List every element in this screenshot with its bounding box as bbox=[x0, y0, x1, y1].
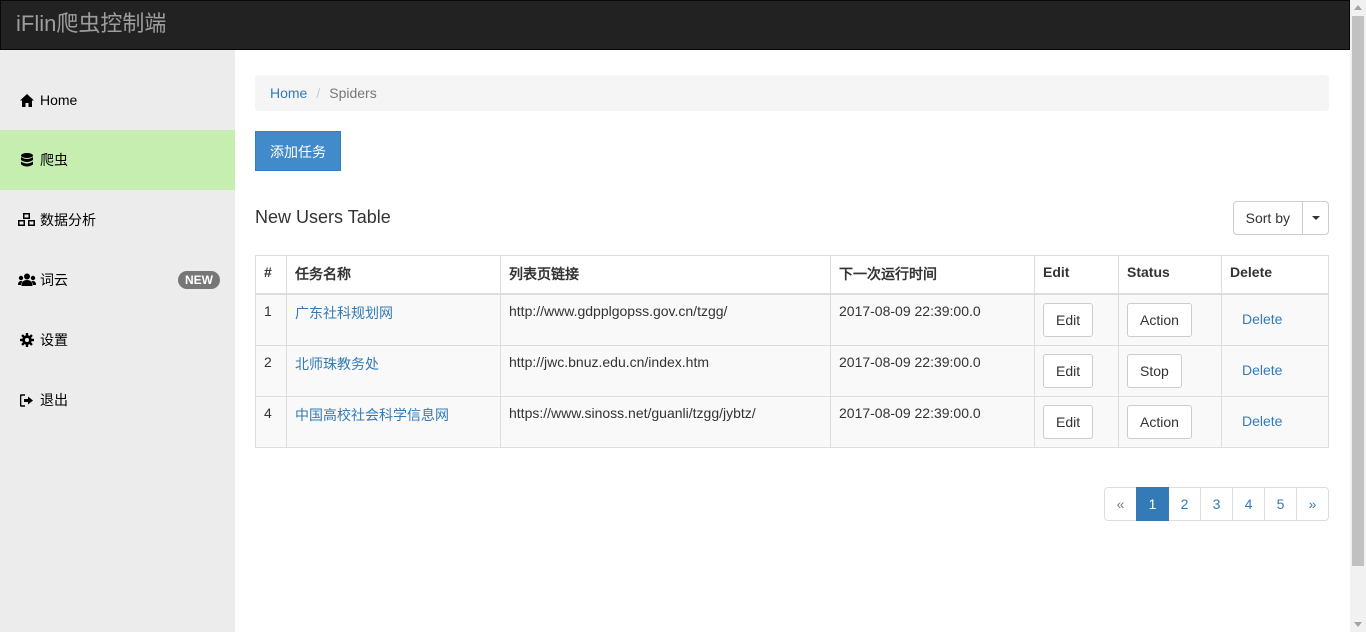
breadcrumb: Home / Spiders bbox=[255, 75, 1329, 111]
table-title: New Users Table bbox=[255, 207, 391, 227]
list-url: http://jwc.bnuz.edu.cn/index.htm bbox=[500, 344, 831, 397]
add-task-button[interactable]: 添加任务 bbox=[255, 131, 341, 171]
status-button[interactable]: Action bbox=[1127, 404, 1192, 439]
edit-button[interactable]: Edit bbox=[1043, 302, 1094, 337]
column-header: 下一次运行时间 bbox=[830, 255, 1035, 295]
sidebar-item-spiders[interactable]: 爬虫 bbox=[0, 130, 235, 190]
sidebar-item-label: 退出 bbox=[40, 392, 68, 408]
sort-dropdown-toggle[interactable] bbox=[1303, 201, 1329, 235]
app-brand[interactable]: iFlin爬虫控制端 bbox=[16, 11, 166, 37]
delete-link[interactable]: Delete bbox=[1230, 354, 1294, 388]
vertical-scrollbar[interactable] bbox=[1350, 0, 1366, 632]
breadcrumb-separator: / bbox=[316, 85, 321, 101]
column-header: Status bbox=[1118, 255, 1222, 295]
pagination-page-4[interactable]: 4 bbox=[1232, 487, 1265, 521]
sidebar-item-wordcloud[interactable]: 词云 NEW bbox=[0, 250, 235, 310]
scroll-down-arrow-icon[interactable] bbox=[1354, 622, 1362, 627]
cubes-icon bbox=[18, 212, 36, 228]
edit-button[interactable]: Edit bbox=[1043, 404, 1094, 439]
row-id: 1 bbox=[255, 293, 287, 346]
status-button[interactable]: Stop bbox=[1127, 353, 1182, 388]
task-name-link[interactable]: 北师珠教务处 bbox=[295, 356, 379, 372]
pagination-page-5[interactable]: 5 bbox=[1264, 487, 1297, 521]
table-row: 2 北师珠教务处 http://jwc.bnuz.edu.cn/index.ht… bbox=[255, 344, 1329, 397]
breadcrumb-home-link[interactable]: Home bbox=[270, 85, 307, 101]
sort-dropdown[interactable]: Sort by bbox=[1232, 201, 1329, 235]
next-run-time: 2017-08-09 22:39:00.0 bbox=[830, 344, 1035, 397]
sign-out-icon bbox=[18, 392, 36, 408]
top-navbar: iFlin爬虫控制端 bbox=[0, 0, 1350, 50]
sidebar-item-label: Home bbox=[40, 92, 78, 108]
sidebar-item-settings[interactable]: 设置 bbox=[0, 310, 235, 370]
list-url: https://www.sinoss.net/guanli/tzgg/jybtz… bbox=[500, 395, 831, 448]
scroll-up-arrow-icon[interactable] bbox=[1354, 5, 1362, 10]
new-badge: NEW bbox=[178, 271, 220, 289]
pagination-page-3[interactable]: 3 bbox=[1200, 487, 1233, 521]
task-name-link[interactable]: 中国高校社会科学信息网 bbox=[295, 407, 449, 423]
row-id: 4 bbox=[255, 395, 287, 448]
table-header: New Users Table Sort by bbox=[255, 201, 1329, 235]
sidebar-item-logout[interactable]: 退出 bbox=[0, 370, 235, 430]
status-button[interactable]: Action bbox=[1127, 302, 1192, 337]
scroll-thumb[interactable] bbox=[1352, 16, 1364, 566]
task-name-link[interactable]: 广东社科规划网 bbox=[295, 305, 393, 321]
column-header: Delete bbox=[1221, 255, 1329, 295]
edit-button[interactable]: Edit bbox=[1043, 353, 1094, 388]
column-header: Edit bbox=[1034, 255, 1119, 295]
next-run-time: 2017-08-09 22:39:00.0 bbox=[830, 395, 1035, 448]
column-header: # bbox=[255, 255, 287, 295]
home-icon bbox=[18, 92, 36, 108]
pagination: « 1 2 3 4 5 » bbox=[1104, 487, 1329, 521]
sidebar-item-analysis[interactable]: 数据分析 bbox=[0, 190, 235, 250]
gear-icon bbox=[18, 332, 36, 348]
main-content: Home / Spiders 添加任务 New Users Table Sort… bbox=[255, 50, 1329, 521]
pagination-next[interactable]: » bbox=[1296, 487, 1329, 521]
delete-link[interactable]: Delete bbox=[1230, 405, 1294, 439]
users-icon bbox=[18, 272, 36, 288]
delete-link[interactable]: Delete bbox=[1230, 303, 1294, 337]
sidebar-item-label: 爬虫 bbox=[40, 152, 68, 168]
sidebar-item-label: 数据分析 bbox=[40, 212, 96, 228]
column-header: 任务名称 bbox=[286, 255, 501, 295]
database-icon bbox=[18, 152, 36, 168]
breadcrumb-current: Spiders bbox=[329, 85, 377, 101]
tasks-table: # 任务名称 列表页链接 下一次运行时间 Edit Status Delete … bbox=[255, 255, 1329, 448]
sidebar: Home 爬虫 数据分析 词云 NEW 设置 退出 bbox=[0, 50, 235, 632]
table-row: 4 中国高校社会科学信息网 https://www.sinoss.net/gua… bbox=[255, 395, 1329, 448]
row-id: 2 bbox=[255, 344, 287, 397]
sidebar-item-home[interactable]: Home bbox=[0, 70, 235, 130]
pagination-prev[interactable]: « bbox=[1104, 487, 1137, 521]
next-run-time: 2017-08-09 22:39:00.0 bbox=[830, 293, 1035, 346]
table-header-row: # 任务名称 列表页链接 下一次运行时间 Edit Status Delete bbox=[255, 255, 1329, 295]
sort-by-button[interactable]: Sort by bbox=[1232, 201, 1303, 235]
pagination-page-2[interactable]: 2 bbox=[1168, 487, 1201, 521]
list-url: http://www.gdpplgopss.gov.cn/tzgg/ bbox=[500, 293, 831, 346]
sidebar-item-label: 词云 bbox=[40, 272, 68, 288]
table-row: 1 广东社科规划网 http://www.gdpplgopss.gov.cn/t… bbox=[255, 293, 1329, 346]
sidebar-item-label: 设置 bbox=[40, 332, 68, 348]
caret-down-icon bbox=[1311, 216, 1320, 220]
pagination-page-1[interactable]: 1 bbox=[1136, 487, 1169, 521]
column-header: 列表页链接 bbox=[500, 255, 831, 295]
